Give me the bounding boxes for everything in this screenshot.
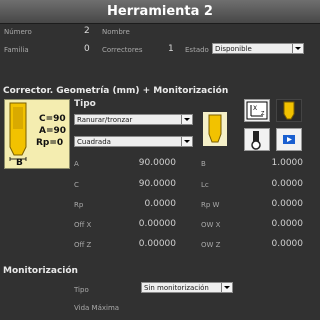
- tool-b-label: B: [16, 158, 23, 168]
- direction-button[interactable]: [276, 128, 302, 151]
- familia-value[interactable]: 0: [84, 44, 90, 54]
- param-label: Lc: [201, 181, 209, 189]
- svg-text:X: X: [253, 105, 257, 112]
- forma-select-value: Cuadrada: [77, 138, 111, 146]
- correctores-value[interactable]: 1: [168, 44, 174, 54]
- tool-a-label: A=90: [39, 126, 67, 136]
- tool-orientation-button[interactable]: [244, 128, 270, 151]
- param-value[interactable]: 0.00000: [110, 219, 176, 229]
- corrector-section-title: Corrector. Geometría (mm) + Monitorizaci…: [3, 86, 229, 96]
- numero-value[interactable]: 2: [84, 26, 90, 36]
- param-value[interactable]: 90.0000: [110, 158, 176, 168]
- chevron-down-icon[interactable]: [181, 115, 192, 124]
- tipo-label: Tipo: [74, 99, 96, 109]
- parting-insert-icon: [283, 101, 295, 120]
- param-label: Rp W: [201, 201, 220, 209]
- param-label: C: [74, 181, 79, 189]
- param-label: A: [74, 160, 79, 168]
- param-value[interactable]: 0.0000: [235, 239, 304, 249]
- familia-label: Familia: [4, 46, 29, 54]
- svg-text:Z: Z: [261, 111, 265, 117]
- estado-select[interactable]: Disponible: [212, 43, 304, 54]
- axes-view-button[interactable]: X Z: [244, 99, 270, 122]
- param-label: OW X: [201, 221, 221, 229]
- chevron-down-icon[interactable]: [181, 137, 192, 146]
- param-value[interactable]: 0.0000: [235, 179, 304, 189]
- monitorizacion-tipo-value: Sin monitorización: [144, 284, 209, 292]
- chevron-down-icon[interactable]: [292, 44, 303, 53]
- tool-orientation-icon: [251, 131, 261, 150]
- param-label: B: [201, 160, 206, 168]
- monitorizacion-section-title: Monitorización: [3, 266, 78, 276]
- estado-label: Estado: [185, 46, 209, 54]
- arrow-right-icon: [283, 135, 295, 144]
- param-value[interactable]: 90.0000: [110, 179, 176, 189]
- param-value[interactable]: 1.0000: [235, 158, 304, 168]
- param-value[interactable]: 0.0000: [235, 219, 304, 229]
- chevron-down-icon[interactable]: [221, 283, 232, 292]
- nombre-label: Nombre: [102, 28, 130, 36]
- vida-maxima-label: Vida Máxima: [74, 304, 120, 312]
- estado-select-value: Disponible: [215, 45, 252, 53]
- axes-icon: X Z: [246, 101, 268, 120]
- numero-label: Número: [4, 28, 32, 36]
- forma-select[interactable]: Cuadrada: [74, 136, 193, 147]
- tipo-select[interactable]: Ranurar/tronzar: [74, 114, 193, 125]
- correctores-label: Correctores: [102, 46, 143, 54]
- insert-shape-button[interactable]: [276, 99, 302, 122]
- param-label: Rp: [74, 201, 84, 209]
- param-label: Off Z: [74, 241, 92, 249]
- monitorizacion-tipo-label: Tipo: [74, 286, 89, 294]
- param-value[interactable]: 0.0000: [110, 199, 177, 209]
- tool-insert-icon: [203, 112, 227, 146]
- monitorizacion-tipo-select[interactable]: Sin monitorización: [141, 282, 233, 293]
- param-label: Off X: [74, 221, 92, 229]
- tipo-select-value: Ranurar/tronzar: [77, 116, 133, 124]
- tool-rp-label: Rp=0: [36, 138, 64, 148]
- param-value[interactable]: 0.00000: [110, 239, 176, 249]
- tool-preview-panel: C=90 A=90 Rp=0 B: [4, 99, 70, 169]
- tool-c-label: C=90: [39, 114, 66, 124]
- param-label: OW Z: [201, 241, 221, 249]
- param-value[interactable]: 0.0000: [235, 199, 304, 209]
- window-title: Herramienta 2: [0, 0, 320, 24]
